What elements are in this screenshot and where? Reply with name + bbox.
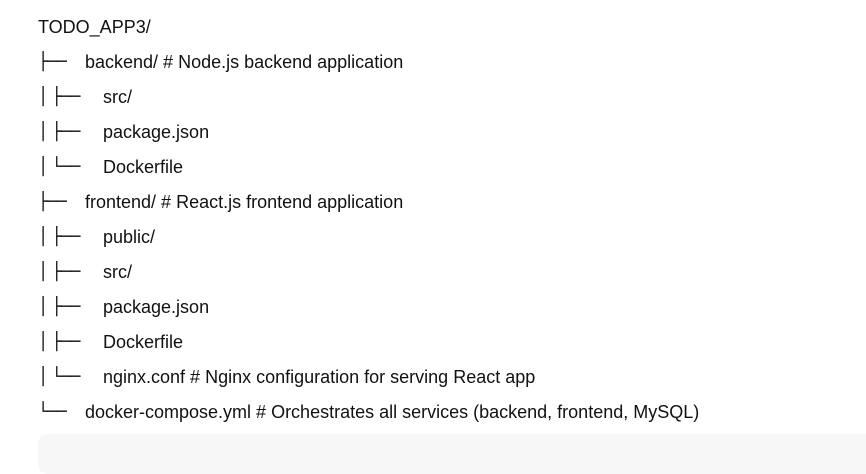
tree-line: ├── frontend/ # React.js frontend applic… [38,184,699,219]
tree-entry-text: package.json [103,296,210,317]
tree-entry-text: frontend/ # React.js frontend applicatio… [85,191,404,212]
tree-branch-connector: │ ├── [38,121,84,142]
tree-line: │ └── Dockerfile [38,149,699,184]
tree-line: │ ├── package.json [38,114,699,149]
tree-line: │ └── nginx.conf # Nginx configuration f… [38,359,699,394]
tree-branch-connector: └── [38,401,71,422]
tree-entry-text: Dockerfile [103,156,184,177]
tree-line: ├── backend/ # Node.js backend applicati… [38,44,699,79]
tree-entry-text: nginx.conf # Nginx configuration for ser… [103,366,536,387]
tree-branch-connector: │ ├── [38,86,84,107]
tree-entry-text: src/ [103,261,132,282]
tree-branch-connector: │ └── [38,366,84,387]
tree-entry-text: package.json [103,121,210,142]
tree-branch-connector: │ ├── [38,226,84,247]
tree-branch-connector: ├── [38,191,71,212]
directory-tree: TODO_APP3/ ├── backend/ # Node.js backen… [38,9,699,429]
tree-line: │ ├── public/ [38,219,699,254]
tree-entry-text: backend/ # Node.js backend application [85,51,404,72]
tree-branch-connector: │ ├── [38,296,84,317]
tree-line: │ ├── src/ [38,254,699,289]
code-block [38,434,866,474]
tree-entry-text: src/ [103,86,132,107]
root-folder-name: TODO_APP3/ [38,16,151,37]
tree-branch-connector: │ ├── [38,261,84,282]
tree-branch-connector: │ ├── [38,331,84,352]
tree-line: │ ├── package.json [38,289,699,324]
tree-line: └── docker-compose.yml # Orchestrates al… [38,394,699,429]
tree-line: │ ├── Dockerfile [38,324,699,359]
tree-entry-text: Dockerfile [103,331,184,352]
tree-branch-connector: ├── [38,51,71,72]
tree-root: TODO_APP3/ [38,9,699,44]
tree-entry-text: public/ [103,226,156,247]
tree-branch-connector: │ └── [38,156,84,177]
tree-line: │ ├── src/ [38,79,699,114]
tree-entry-text: docker-compose.yml # Orchestrates all se… [85,401,700,422]
